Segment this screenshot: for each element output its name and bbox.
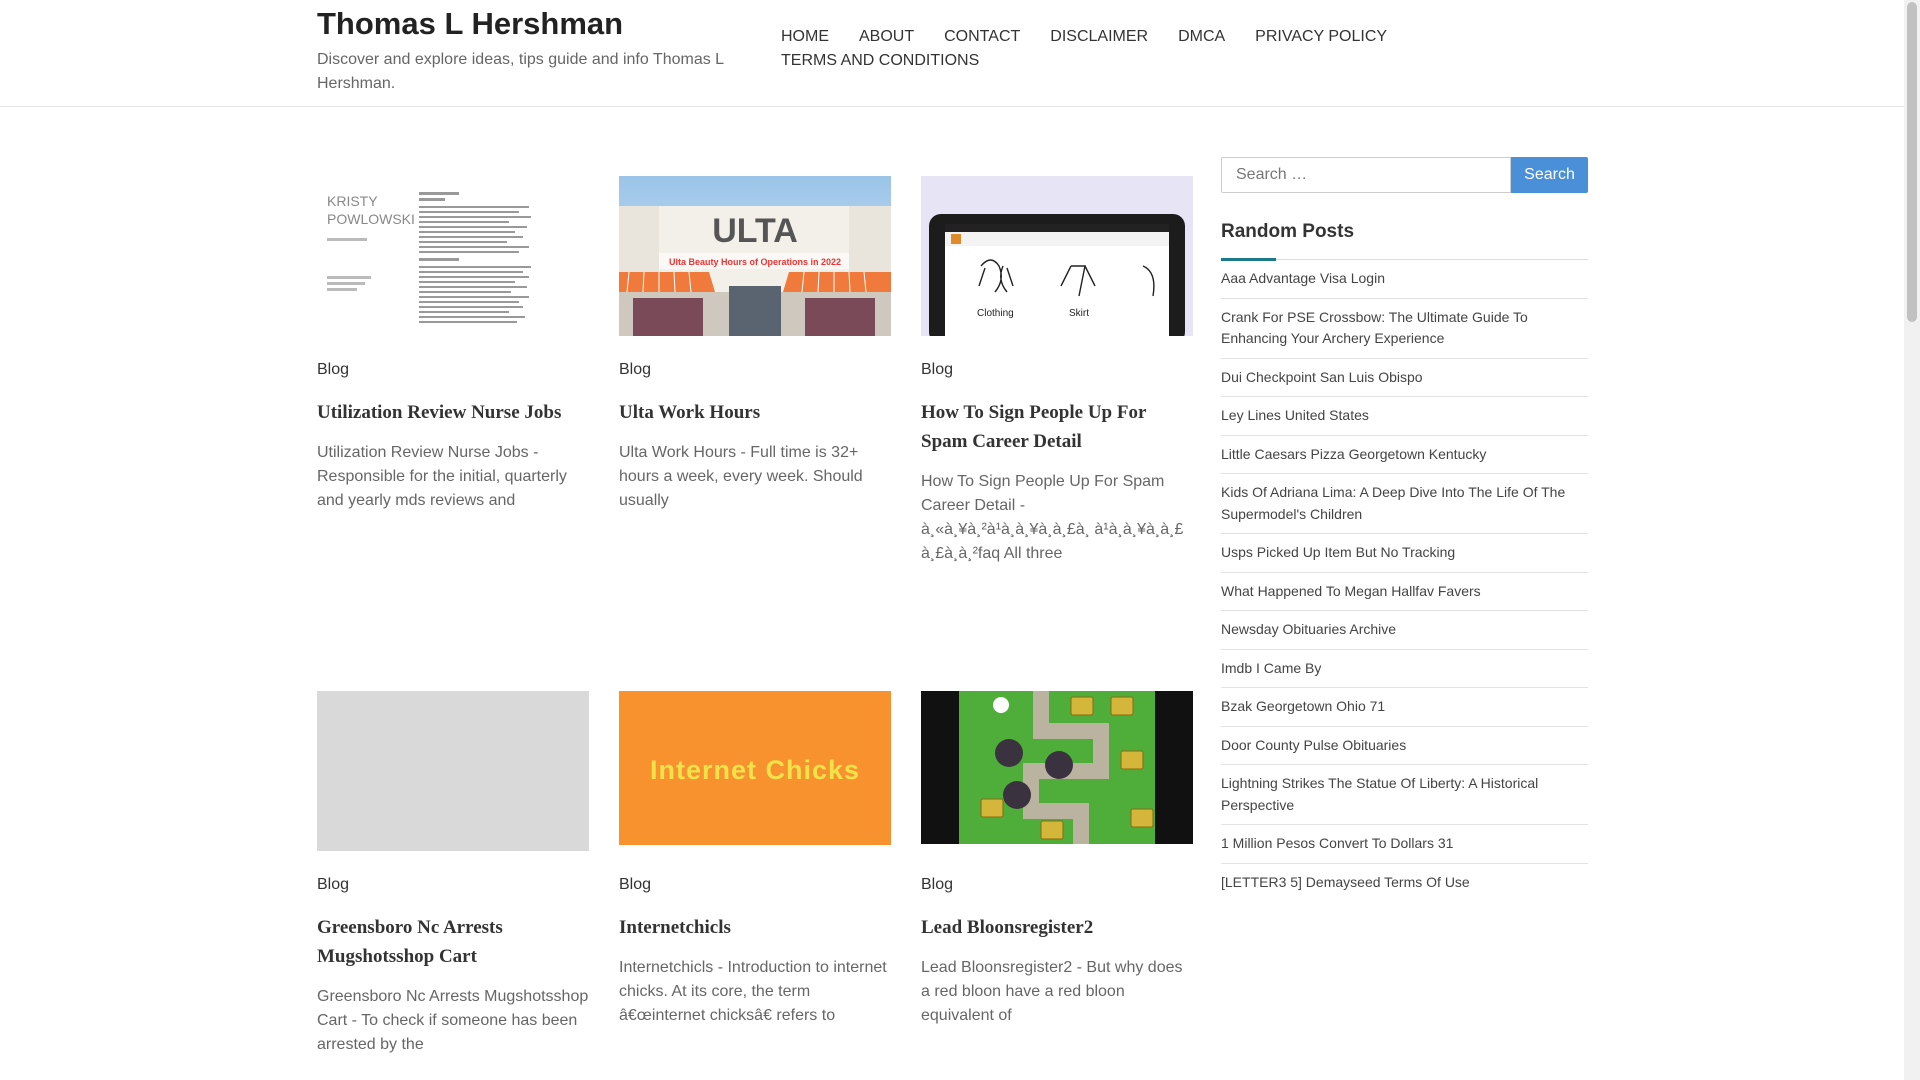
random-post-link[interactable]: Imdb I Came By	[1221, 660, 1321, 676]
nav-contact[interactable]: CONTACT	[944, 27, 1020, 47]
post-title[interactable]: Utilization Review Nurse Jobs	[317, 398, 589, 427]
post-title[interactable]: Greensboro Nc Arrests Mugshotsshop Cart	[317, 913, 589, 971]
random-post-item: What Happened To Megan Hallfav Favers	[1221, 573, 1588, 611]
post-title[interactable]: How To Sign People Up For Spam Career De…	[921, 398, 1193, 456]
random-post-item: Door County Pulse Obituaries	[1221, 727, 1588, 765]
tablet-app-image: Clothing Skirt	[921, 176, 1193, 336]
random-post-item: Imdb I Came By	[1221, 650, 1588, 688]
random-posts-list: Aaa Advantage Visa Login Crank For PSE C…	[1221, 260, 1588, 901]
main-nav: HOME ABOUT CONTACT DISCLAIMER DMCA PRIVA…	[781, 27, 1461, 71]
random-post-link[interactable]: Door County Pulse Obituaries	[1221, 737, 1406, 753]
random-post-item: [LETTER3 5] Demayseed Terms Of Use	[1221, 864, 1588, 902]
random-post-item: Ley Lines United States	[1221, 397, 1588, 436]
site-title[interactable]: Thomas L Hershman	[317, 6, 623, 42]
post-excerpt: Utilization Review Nurse Jobs - Responsi…	[317, 444, 567, 509]
sidebar: Search Random Posts Aaa Advantage Visa L…	[1221, 157, 1588, 901]
random-post-item: Kids Of Adriana Lima: A Deep Dive Into T…	[1221, 474, 1588, 534]
search-form: Search	[1221, 157, 1588, 193]
nav-privacy-policy[interactable]: PRIVACY POLICY	[1255, 27, 1387, 47]
bloons-game-image	[921, 691, 1193, 844]
post-category[interactable]: Blog	[317, 875, 589, 895]
thumb-resume-name-b: POWLOWSKI	[327, 211, 415, 227]
random-post-item: Newsday Obituaries Archive	[1221, 611, 1588, 650]
random-post-item: Crank For PSE Crossbow: The Ultimate Gui…	[1221, 299, 1588, 359]
search-button[interactable]: Search	[1511, 157, 1588, 193]
resume-thumbnail-image: KRISTY POWLOWSKI	[317, 176, 589, 336]
nav-about[interactable]: ABOUT	[859, 27, 914, 47]
post-card: Internet Chicks Blog Internetchicls Inte…	[619, 691, 891, 1028]
random-post-item: 1 Million Pesos Convert To Dollars 31	[1221, 825, 1588, 864]
random-post-item: Usps Picked Up Item But No Tracking	[1221, 534, 1588, 573]
post-category[interactable]: Blog	[619, 360, 891, 380]
random-post-link[interactable]: Usps Picked Up Item But No Tracking	[1221, 544, 1455, 560]
random-post-link[interactable]: [LETTER3 5] Demayseed Terms Of Use	[1221, 874, 1470, 890]
ulta-storefront-image: ULTA Ulta Beauty Hours of Operations in …	[619, 176, 891, 336]
random-post-link[interactable]: What Happened To Megan Hallfav Favers	[1221, 583, 1481, 599]
post-excerpt: Internetchicls - Introduction to interne…	[619, 959, 887, 1024]
random-post-link[interactable]: Dui Checkpoint San Luis Obispo	[1221, 369, 1423, 385]
thumb-ulta-logo: ULTA	[712, 212, 798, 250]
random-post-link[interactable]: Ley Lines United States	[1221, 407, 1369, 423]
random-post-link[interactable]: Lightning Strikes The Statue Of Liberty:…	[1221, 775, 1538, 813]
site-header: Thomas L Hershman Discover and explore i…	[0, 0, 1904, 107]
post-card: Blog Lead Bloonsregister2 Lead Bloonsreg…	[921, 691, 1193, 1028]
random-post-link[interactable]: Newsday Obituaries Archive	[1221, 621, 1396, 637]
thumb-clothing-label: Clothing	[977, 308, 1014, 319]
nav-dmca[interactable]: DMCA	[1178, 27, 1225, 47]
random-post-item: Little Caesars Pizza Georgetown Kentucky	[1221, 436, 1588, 474]
post-category[interactable]: Blog	[317, 360, 589, 380]
post-thumbnail[interactable]	[921, 691, 1193, 844]
random-post-link[interactable]: Aaa Advantage Visa Login	[1221, 270, 1385, 286]
nav-home[interactable]: HOME	[781, 27, 829, 47]
post-thumbnail[interactable]: Clothing Skirt	[921, 176, 1193, 336]
random-post-item: Lightning Strikes The Statue Of Liberty:…	[1221, 765, 1588, 825]
post-category[interactable]: Blog	[921, 360, 1193, 380]
random-post-link[interactable]: Bzak Georgetown Ohio 71	[1221, 698, 1385, 714]
post-card: KRISTY POWLOWSKI Blog Utilization Review…	[317, 176, 589, 513]
random-post-link[interactable]: Crank For PSE Crossbow: The Ultimate Gui…	[1221, 309, 1528, 347]
post-excerpt: Greensboro Nc Arrests Mugshotsshop Cart …	[317, 988, 589, 1053]
post-category[interactable]: Blog	[619, 875, 891, 895]
site-description: Discover and explore ideas, tips guide a…	[317, 51, 724, 92]
random-posts-title: Random Posts	[1221, 221, 1588, 261]
post-category[interactable]: Blog	[921, 875, 1193, 895]
random-post-item: Aaa Advantage Visa Login	[1221, 260, 1588, 299]
post-title[interactable]: Internetchicls	[619, 913, 891, 942]
post-title[interactable]: Lead Bloonsregister2	[921, 913, 1193, 942]
thumb-ulta-caption: Ulta Beauty Hours of Operations in 2022	[669, 257, 841, 267]
page-scrollbar[interactable]	[1904, 0, 1920, 1080]
post-thumbnail[interactable]: KRISTY POWLOWSKI	[317, 176, 589, 336]
thumb-internet-chicks-text: Internet Chicks	[650, 755, 860, 785]
post-thumbnail[interactable]: ULTA Ulta Beauty Hours of Operations in …	[619, 176, 891, 336]
post-excerpt: Lead Bloonsregister2 - But why does a re…	[921, 959, 1183, 1024]
post-excerpt: Ulta Work Hours - Full time is 32+ hours…	[619, 444, 863, 509]
nav-disclaimer[interactable]: DISCLAIMER	[1050, 27, 1148, 47]
random-post-item: Dui Checkpoint San Luis Obispo	[1221, 359, 1588, 397]
scrollbar-thumb[interactable]	[1907, 2, 1917, 322]
post-card: ULTA Ulta Beauty Hours of Operations in …	[619, 176, 891, 513]
random-post-link[interactable]: Kids Of Adriana Lima: A Deep Dive Into T…	[1221, 484, 1565, 522]
search-input[interactable]	[1221, 157, 1511, 193]
random-post-item: Bzak Georgetown Ohio 71	[1221, 688, 1588, 727]
random-post-link[interactable]: Little Caesars Pizza Georgetown Kentucky	[1221, 446, 1486, 462]
nav-terms-and-conditions[interactable]: TERMS AND CONDITIONS	[781, 51, 979, 71]
thumb-resume-name-a: KRISTY	[327, 193, 378, 209]
random-post-link[interactable]: 1 Million Pesos Convert To Dollars 31	[1221, 835, 1453, 851]
post-excerpt: How To Sign People Up For Spam Career De…	[921, 473, 1184, 562]
post-thumbnail[interactable]: Internet Chicks	[619, 691, 891, 845]
internet-chicks-banner-image: Internet Chicks	[619, 691, 891, 845]
post-card: Clothing Skirt Blog How To Sign People U…	[921, 176, 1193, 566]
post-thumbnail-placeholder[interactable]	[317, 691, 589, 851]
post-title[interactable]: Ulta Work Hours	[619, 398, 891, 427]
thumb-skirt-label: Skirt	[1069, 308, 1089, 319]
post-card: Blog Greensboro Nc Arrests Mugshotsshop …	[317, 691, 589, 1057]
